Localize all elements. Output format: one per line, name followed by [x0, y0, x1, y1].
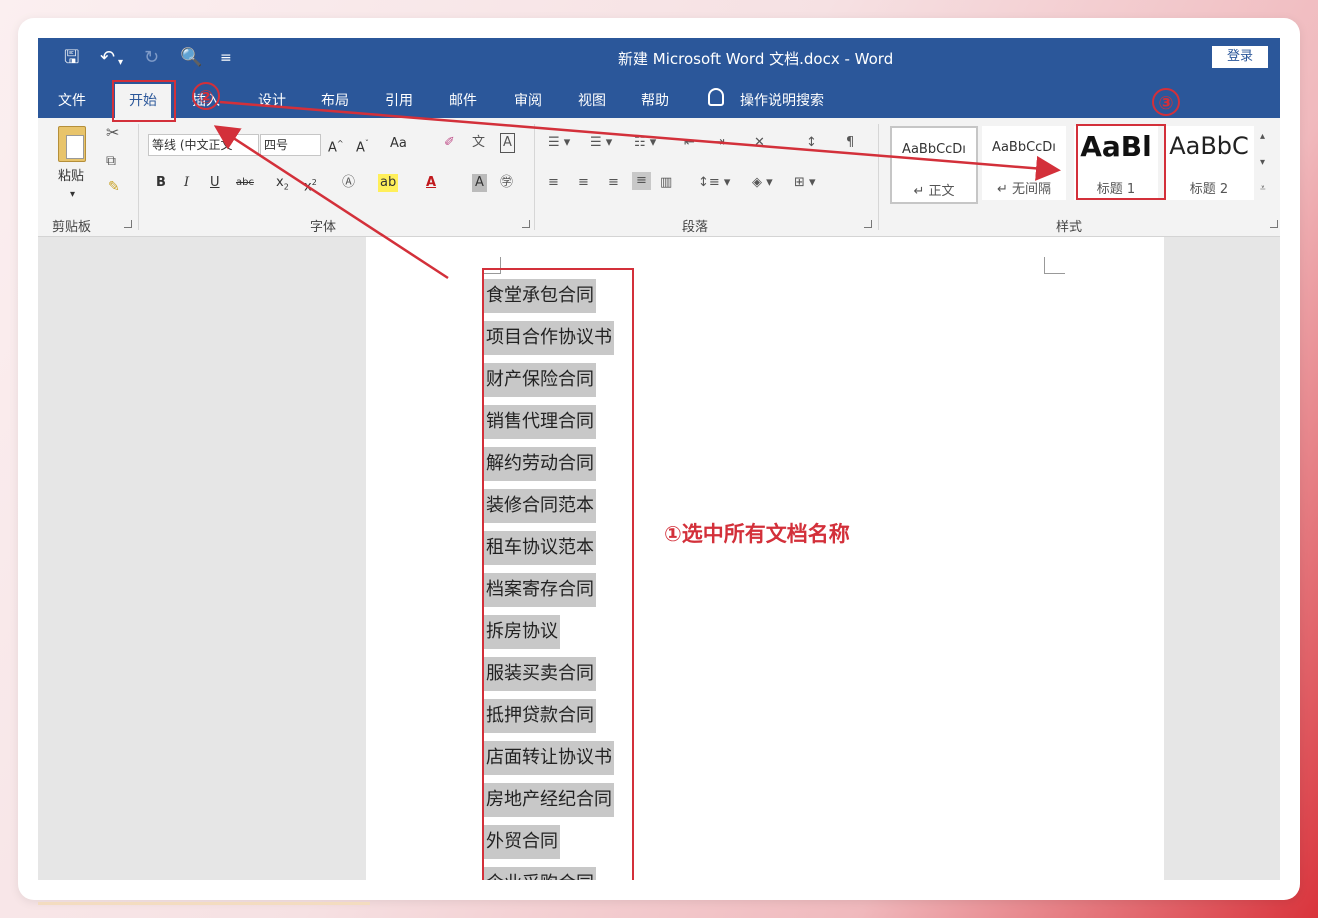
- character-border-icon[interactable]: A: [500, 133, 515, 153]
- font-launcher-icon[interactable]: [522, 220, 530, 228]
- change-case-button[interactable]: Aa: [390, 135, 407, 153]
- styles-group-label: 样式: [1056, 220, 1083, 235]
- cut-icon[interactable]: ✂: [106, 124, 119, 142]
- font-size-combo[interactable]: 四号: [260, 134, 321, 156]
- margin-corner-marker: [1044, 257, 1065, 274]
- enclose-character-icon[interactable]: ㊫: [500, 174, 513, 192]
- word-window: 🖫 ↶ ▾ ↻ 🔍 ≡ 新建 Microsoft Word 文档.docx - …: [38, 38, 1280, 880]
- underline-button[interactable]: U: [210, 174, 220, 192]
- redo-icon[interactable]: ↻: [144, 47, 159, 69]
- phonetic-guide-icon[interactable]: 文: [472, 134, 485, 152]
- step-3-marker: ③: [1152, 88, 1180, 116]
- highlight-box-heading-1: [1076, 124, 1166, 200]
- tab-mailings[interactable]: 邮件: [449, 90, 477, 110]
- tab-layout[interactable]: 布局: [321, 90, 349, 110]
- paste-icon[interactable]: [58, 126, 86, 162]
- strikethrough-button[interactable]: abc: [236, 174, 254, 192]
- card-underline: [38, 902, 370, 905]
- format-painter-icon[interactable]: ✎: [108, 178, 120, 196]
- tell-me-search[interactable]: 操作说明搜索: [740, 90, 824, 110]
- style-name: ↵ 正文: [913, 184, 955, 199]
- align-center-icon[interactable]: ≡: [578, 174, 589, 192]
- style-sample: AaBbC: [1169, 132, 1249, 160]
- document-title: 新建 Microsoft Word 文档.docx - Word: [618, 50, 894, 68]
- sign-in-button[interactable]: 登录: [1212, 46, 1268, 68]
- font-name-combo[interactable]: 等线 (中文正文: [148, 134, 259, 156]
- bold-button[interactable]: B: [156, 174, 166, 192]
- text-effects-icon[interactable]: Ⓐ: [342, 174, 355, 192]
- font-color-icon[interactable]: A: [426, 174, 436, 192]
- styles-launcher-icon[interactable]: [1270, 220, 1278, 228]
- undo-icon[interactable]: ↶: [100, 47, 115, 69]
- style-name: ↵ 无间隔: [996, 182, 1052, 197]
- title-bar: 🖫 ↶ ▾ ↻ 🔍 ≡ 新建 Microsoft Word 文档.docx - …: [38, 38, 1280, 78]
- style-sample: AaBbCcDı: [902, 142, 966, 157]
- clipboard-launcher-icon[interactable]: [124, 220, 132, 228]
- paragraph-group-label: 段落: [682, 220, 709, 235]
- save-icon[interactable]: 🖫: [64, 47, 79, 69]
- styles-more-icon[interactable]: ⩡: [1260, 180, 1266, 198]
- font-group-label: 字体: [310, 220, 337, 235]
- superscript-button[interactable]: x2: [304, 174, 317, 196]
- clipboard-group-label: 剪贴板: [52, 220, 92, 235]
- style-no-spacing[interactable]: AaBbCcDı ↵ 无间隔: [982, 126, 1066, 200]
- bullets-icon[interactable]: ☰ ▾: [548, 134, 570, 152]
- print-preview-icon[interactable]: 🔍: [180, 47, 202, 69]
- step-1-annotation: ①选中所有文档名称: [664, 522, 850, 546]
- style-sample: AaBbCcDı: [992, 140, 1056, 155]
- chinese-layout-icon[interactable]: ✕: [754, 134, 765, 152]
- distributed-icon[interactable]: ▥: [660, 174, 672, 192]
- subscript-button[interactable]: x2: [276, 174, 289, 197]
- increase-indent-icon[interactable]: ⇥: [714, 134, 725, 152]
- sort-icon[interactable]: ↕: [806, 134, 817, 152]
- lightbulb-icon: [708, 88, 724, 106]
- styles-scroll-up-icon[interactable]: ▴: [1260, 128, 1265, 146]
- numbering-icon[interactable]: ☰ ▾: [590, 134, 612, 152]
- copy-icon[interactable]: ⧉: [106, 152, 116, 170]
- paste-dropdown-icon[interactable]: ▾: [70, 186, 75, 204]
- undo-dropdown-icon[interactable]: ▾: [118, 52, 123, 74]
- tab-references[interactable]: 引用: [385, 90, 413, 110]
- italic-button[interactable]: I: [184, 174, 189, 192]
- style-heading-2[interactable]: AaBbC 标题 2: [1164, 126, 1254, 200]
- paste-button[interactable]: 粘贴: [58, 168, 84, 186]
- decrease-indent-icon[interactable]: ⇤: [684, 134, 695, 152]
- show-marks-icon[interactable]: ¶: [846, 134, 854, 152]
- tab-file[interactable]: 文件: [58, 90, 86, 110]
- tab-review[interactable]: 审阅: [514, 90, 542, 110]
- paragraph-launcher-icon[interactable]: [864, 220, 872, 228]
- highlight-icon[interactable]: ab: [378, 174, 399, 192]
- tab-view[interactable]: 视图: [578, 90, 606, 110]
- grow-font-icon[interactable]: A^: [328, 135, 344, 157]
- group-separator: [534, 124, 535, 230]
- ribbon-tabs: 文件 开始 插入 设计 布局 引用 邮件 审阅 视图 帮助 操作说明搜索: [38, 78, 1280, 118]
- clear-formatting-icon[interactable]: ✐: [444, 134, 455, 152]
- align-right-icon[interactable]: ≡: [608, 174, 619, 192]
- align-left-icon[interactable]: ≡: [548, 174, 559, 192]
- highlight-box-selection: [482, 268, 634, 880]
- styles-scroll-down-icon[interactable]: ▾: [1260, 154, 1265, 172]
- group-separator: [138, 124, 139, 230]
- shading-icon[interactable]: ◈ ▾: [752, 174, 773, 192]
- style-name: 标题 2: [1189, 182, 1229, 197]
- justify-icon[interactable]: ≡: [632, 172, 651, 190]
- group-separator: [878, 124, 879, 230]
- character-shading-icon[interactable]: A: [472, 174, 487, 192]
- tab-design[interactable]: 设计: [258, 90, 286, 110]
- step-2-marker: ②: [192, 82, 220, 110]
- document-area: 食堂承包合同 项目合作协议书 财产保险合同 销售代理合同 解约劳动合同 装修合同…: [38, 237, 1280, 880]
- highlight-box-home-tab: [112, 80, 176, 122]
- style-normal[interactable]: AaBbCcDı ↵ 正文: [890, 126, 978, 204]
- borders-icon[interactable]: ⊞ ▾: [794, 174, 816, 192]
- line-spacing-icon[interactable]: ↕≡ ▾: [698, 174, 730, 192]
- tab-help[interactable]: 帮助: [641, 90, 669, 110]
- multilevel-list-icon[interactable]: ☷ ▾: [634, 134, 656, 152]
- customize-icon[interactable]: ≡: [220, 47, 232, 69]
- shrink-font-icon[interactable]: Aˇ: [356, 135, 369, 157]
